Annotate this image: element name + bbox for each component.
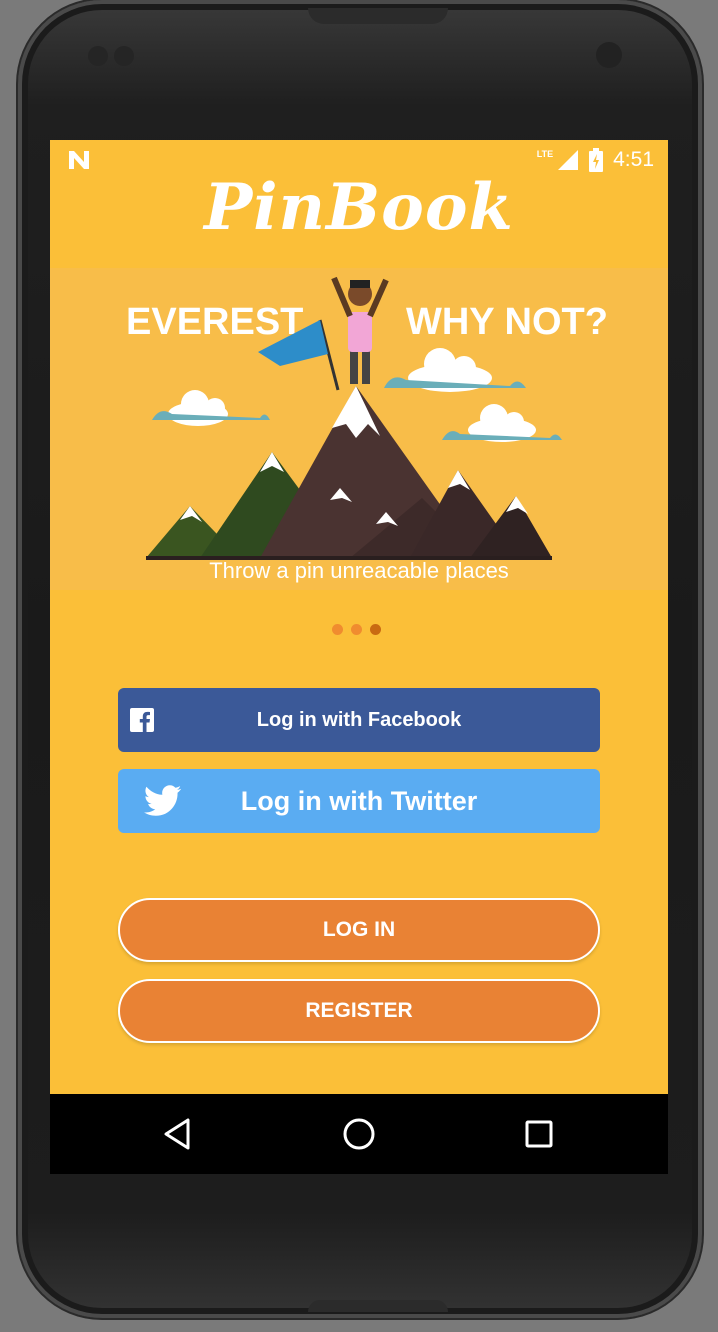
facebook-login-button[interactable]: Log in with Facebook (118, 688, 600, 752)
twitter-icon (144, 785, 182, 816)
sensor (114, 46, 134, 66)
bottom-speaker (308, 1300, 448, 1312)
cloud (384, 348, 526, 392)
carousel-dot-active[interactable] (370, 624, 381, 635)
facebook-icon (130, 708, 154, 732)
twitter-login-button[interactable]: Log in with Twitter (118, 769, 600, 833)
top-speaker (308, 8, 448, 24)
status-icons: LTE 4:51 (537, 148, 654, 172)
cloud (152, 390, 270, 426)
climber (331, 276, 389, 384)
signal-icon (558, 150, 579, 170)
twitter-login-label: Log in with Twitter (240, 785, 478, 816)
battery-icon (589, 148, 604, 172)
cloud (442, 404, 562, 442)
carousel-dot[interactable] (351, 624, 362, 635)
onboarding-hero[interactable]: EVEREST WHY NOT? (50, 268, 668, 590)
front-camera (596, 42, 622, 68)
carousel-indicator (332, 624, 381, 635)
home-icon[interactable] (339, 1114, 379, 1154)
register-button[interactable]: REGISTER (118, 979, 600, 1043)
clock: 4:51 (613, 148, 654, 171)
app-screen: LTE 4:51 PinBook EVEREST WHY NOT? Throw … (50, 140, 668, 1174)
hero-right-title: WHY NOT? (406, 301, 608, 343)
hero-caption: Throw a pin unreacable places (209, 558, 509, 583)
hero-left-title: EVEREST (126, 301, 303, 343)
navigation-bar (50, 1094, 668, 1174)
sensor (88, 46, 108, 66)
n-icon (69, 151, 89, 169)
back-icon[interactable] (158, 1114, 198, 1154)
login-button[interactable]: LOG IN (118, 898, 600, 962)
network-type: LTE (536, 149, 554, 159)
facebook-login-label: Log in with Facebook (256, 708, 462, 731)
carousel-dot[interactable] (332, 624, 343, 635)
app-logo: PinBook (204, 170, 514, 245)
mountain-illustration: EVEREST WHY NOT? (126, 276, 608, 560)
recents-icon[interactable] (519, 1114, 559, 1154)
